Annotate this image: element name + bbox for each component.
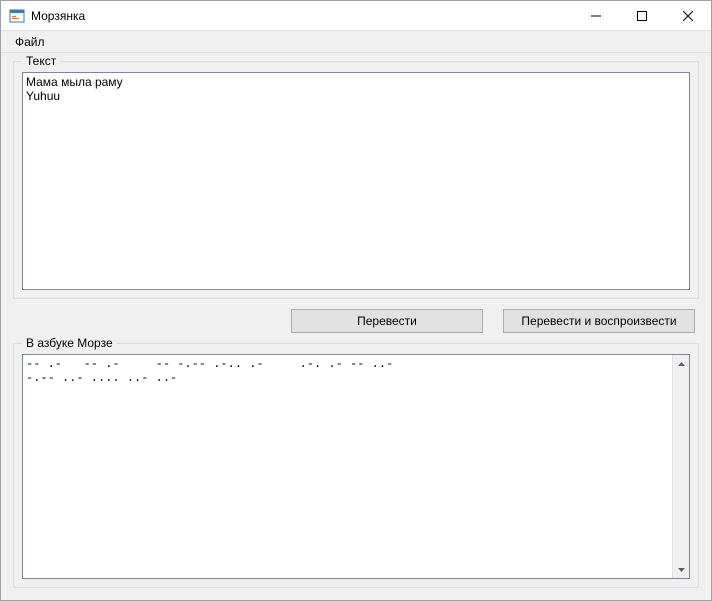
titlebar: Морзянка bbox=[1, 1, 711, 31]
window-title: Морзянка bbox=[31, 9, 85, 23]
scroll-up-icon[interactable] bbox=[673, 355, 690, 372]
menubar: Файл bbox=[1, 31, 711, 53]
text-input-wrap bbox=[22, 72, 690, 290]
menu-file[interactable]: Файл bbox=[7, 33, 53, 51]
text-input[interactable] bbox=[23, 73, 689, 289]
morse-output[interactable]: -- .- -- .- -- -.-- .-.. .- .-. .- -- ..… bbox=[23, 355, 672, 578]
app-window: Морзянка Файл Текст Перевести Перевести … bbox=[0, 0, 712, 601]
morse-scrollbar[interactable] bbox=[672, 355, 689, 578]
app-icon bbox=[9, 8, 25, 24]
translate-play-button[interactable]: Перевести и воспроизвести bbox=[503, 309, 695, 333]
scroll-down-icon[interactable] bbox=[673, 561, 690, 578]
minimize-button[interactable] bbox=[573, 1, 619, 31]
close-button[interactable] bbox=[665, 1, 711, 31]
group-morse: В азбуке Морзе -- .- -- .- -- -.-- .-.. … bbox=[13, 343, 699, 588]
group-text-label: Текст bbox=[22, 54, 60, 68]
client-area: Текст Перевести Перевести и воспроизвест… bbox=[1, 53, 711, 600]
maximize-button[interactable] bbox=[619, 1, 665, 31]
translate-button[interactable]: Перевести bbox=[291, 309, 483, 333]
group-text: Текст bbox=[13, 61, 699, 299]
group-morse-label: В азбуке Морзе bbox=[22, 336, 117, 350]
morse-output-wrap: -- .- -- .- -- -.-- .-.. .- .-. .- -- ..… bbox=[22, 354, 690, 579]
